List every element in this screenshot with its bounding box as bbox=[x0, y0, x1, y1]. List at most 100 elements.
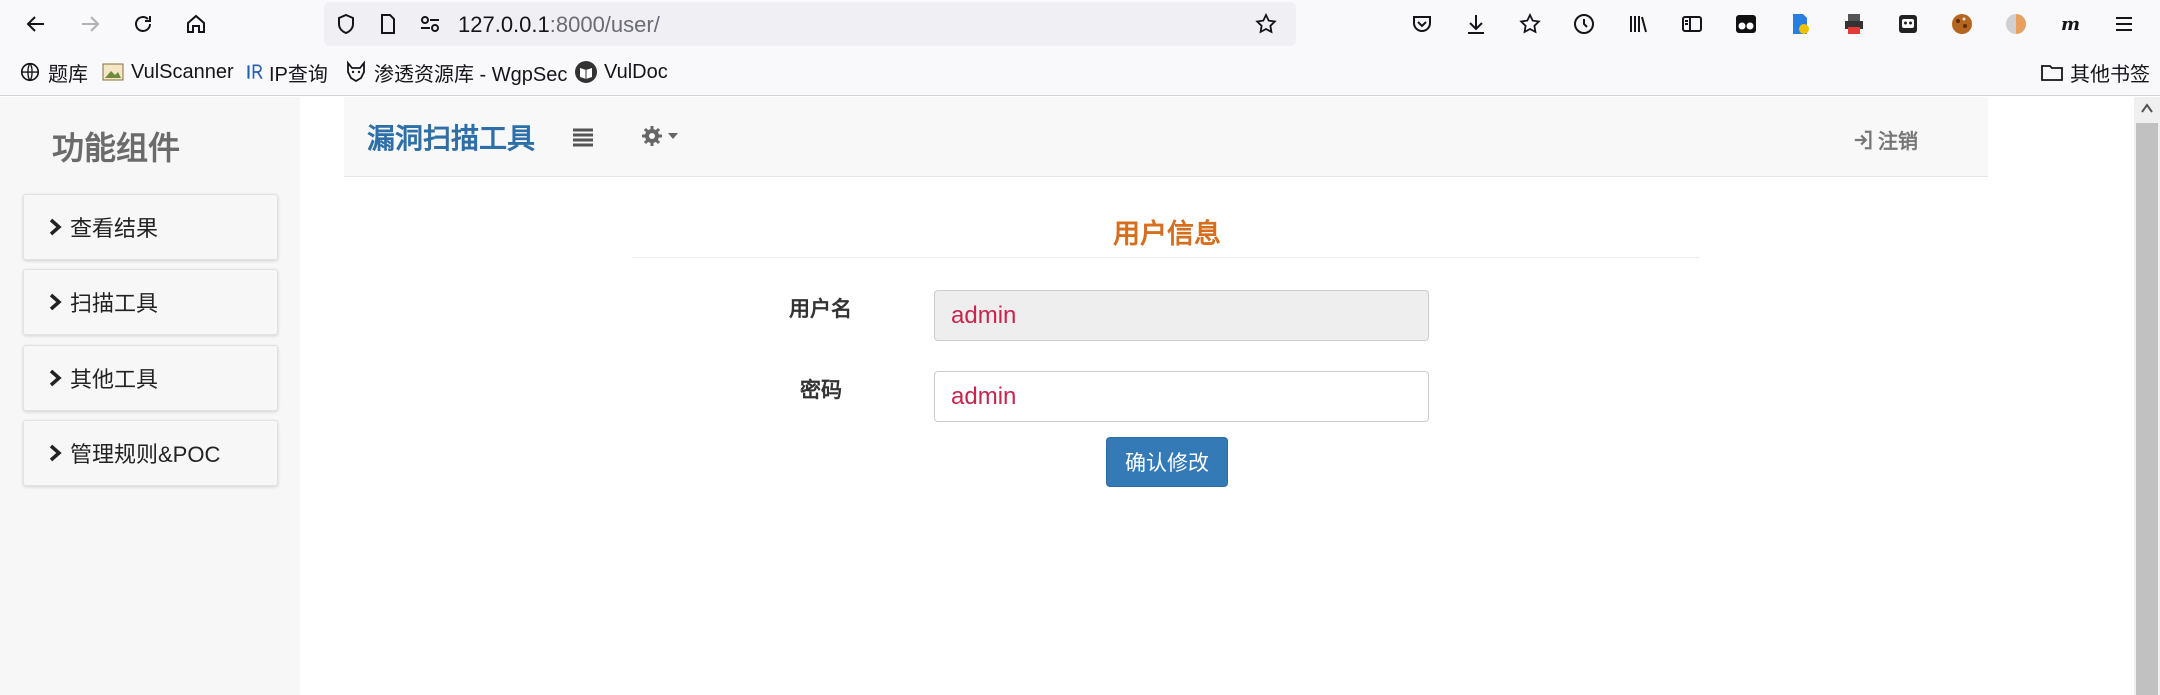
bookmark-label: 渗透资源库 - WgpSec bbox=[374, 63, 568, 86]
scroll-up-arrow-icon[interactable] bbox=[2141, 103, 2153, 113]
confirm-change-button[interactable]: 确认修改 bbox=[1106, 437, 1228, 487]
scrollbar[interactable] bbox=[2134, 97, 2160, 695]
download-icon bbox=[1468, 15, 1484, 34]
mask-extension-icon bbox=[1736, 15, 1756, 33]
downloads-button[interactable] bbox=[1458, 6, 1494, 42]
sidebar-item-label: 管理规则&POC bbox=[70, 442, 221, 467]
page-content: 功能组件 查看结果 扫描工具 其他工具 管理规则&POC 漏洞扫描工具 注销 用… bbox=[0, 97, 2160, 695]
bookmark-item[interactable]: VulDoc bbox=[574, 58, 668, 86]
home-icon bbox=[187, 14, 205, 33]
page-icon[interactable] bbox=[376, 12, 400, 36]
sign-in-icon bbox=[1854, 130, 1872, 149]
bookmarks-menu-button[interactable] bbox=[1512, 6, 1548, 42]
bookmark-label: 题库 bbox=[48, 63, 88, 86]
url-path: :8000/user/ bbox=[549, 12, 660, 37]
library-icon bbox=[1630, 16, 1647, 33]
connection-settings-icon[interactable] bbox=[418, 12, 442, 36]
username-value: admin bbox=[951, 301, 1017, 329]
print-pdf-icon bbox=[1845, 14, 1863, 34]
hamburger-icon bbox=[2116, 17, 2132, 31]
password-value: admin bbox=[951, 382, 1017, 410]
bookmark-item[interactable]: 渗透资源库 - WgpSec bbox=[344, 58, 567, 86]
browser-toolbar: 127.0.0.1:8000/user/ m bbox=[0, 0, 2160, 48]
password-label: 密码 bbox=[800, 379, 842, 402]
extension-button-1[interactable] bbox=[1728, 6, 1764, 42]
pocket-icon bbox=[1413, 16, 1431, 32]
wolf-icon bbox=[344, 60, 368, 84]
sidebar-item-other-tools[interactable]: 其他工具 bbox=[23, 345, 278, 411]
sidebar-title: 功能组件 bbox=[52, 130, 181, 166]
logout-label: 注销 bbox=[1878, 131, 1918, 153]
bookmark-item[interactable]: VulScanner bbox=[101, 58, 234, 86]
forward-arrow-icon bbox=[82, 16, 100, 32]
book-icon bbox=[574, 60, 598, 84]
username-field[interactable]: admin bbox=[934, 290, 1429, 341]
bookmark-star-icon[interactable] bbox=[1254, 12, 1278, 36]
brand-title[interactable]: 漏洞扫描工具 bbox=[367, 117, 535, 157]
robot-extension-icon bbox=[1899, 15, 1917, 33]
file-extension-icon bbox=[1793, 14, 1809, 34]
svg-text:m: m bbox=[2061, 14, 2080, 35]
scroll-thumb[interactable] bbox=[2136, 123, 2158, 695]
history-button[interactable] bbox=[1566, 6, 1602, 42]
chevron-right-icon bbox=[49, 218, 62, 236]
library-button[interactable] bbox=[1620, 6, 1656, 42]
bookmark-label: VulScanner bbox=[131, 60, 234, 83]
chevron-right-icon bbox=[49, 369, 62, 387]
half-circle-extension-icon bbox=[2006, 14, 2026, 34]
forward-button[interactable] bbox=[72, 6, 108, 42]
image-icon bbox=[101, 60, 125, 84]
bookmark-label: IP查询 bbox=[269, 63, 328, 86]
chevron-right-icon bbox=[49, 444, 62, 462]
chevron-right-icon bbox=[49, 293, 62, 311]
back-button[interactable] bbox=[18, 6, 54, 42]
gear-icon bbox=[642, 126, 662, 146]
extension-button-4[interactable] bbox=[1890, 6, 1926, 42]
reader-sidebar-button[interactable] bbox=[1674, 6, 1710, 42]
caret-down-icon bbox=[668, 133, 678, 139]
bookmark-item[interactable]: IP查询 bbox=[246, 58, 328, 86]
url-host: 127.0.0.1 bbox=[458, 12, 550, 37]
password-field[interactable]: admin bbox=[934, 371, 1429, 422]
extension-button-2[interactable] bbox=[1782, 6, 1818, 42]
back-arrow-icon bbox=[26, 16, 44, 32]
other-bookmarks-folder[interactable]: 其他书签 bbox=[2040, 58, 2150, 86]
star-list-icon bbox=[1519, 12, 1541, 34]
top-navbar: 漏洞扫描工具 注销 bbox=[344, 97, 1988, 177]
divider bbox=[632, 257, 1700, 258]
reload-button[interactable] bbox=[125, 6, 161, 42]
url-text[interactable]: 127.0.0.1:8000/user/ bbox=[458, 12, 660, 38]
bookmark-label: VulDoc bbox=[604, 60, 668, 83]
reload-icon bbox=[135, 16, 151, 32]
sidebar-item-label: 扫描工具 bbox=[70, 291, 159, 316]
logout-link[interactable]: 注销 bbox=[1852, 125, 1918, 154]
clock-icon bbox=[1574, 14, 1594, 34]
home-button[interactable] bbox=[178, 6, 214, 42]
sidebar-icon bbox=[1682, 16, 1702, 32]
sidebar: 功能组件 查看结果 扫描工具 其他工具 管理规则&POC bbox=[0, 97, 300, 695]
menu-button[interactable] bbox=[2106, 6, 2142, 42]
username-label: 用户名 bbox=[789, 298, 852, 321]
bookmarks-bar: 题库 VulScanner IP查询 渗透资源库 - WgpSec VulDoc… bbox=[0, 48, 2160, 96]
sidebar-item-scan-tools[interactable]: 扫描工具 bbox=[23, 269, 278, 335]
globe-icon bbox=[18, 60, 42, 84]
list-icon[interactable] bbox=[572, 127, 594, 147]
extension-button-6[interactable] bbox=[1998, 6, 2034, 42]
sidebar-item-manage-rules-poc[interactable]: 管理规则&POC bbox=[23, 420, 278, 486]
shield-icon[interactable] bbox=[334, 12, 358, 36]
url-bar[interactable]: 127.0.0.1:8000/user/ bbox=[324, 2, 1296, 46]
other-bookmarks-label: 其他书签 bbox=[2070, 63, 2150, 86]
extension-button-7[interactable]: m bbox=[2052, 6, 2088, 42]
extension-button-3[interactable] bbox=[1836, 6, 1872, 42]
bookmark-item[interactable]: 题库 bbox=[18, 58, 88, 86]
m-letter-icon: m bbox=[2061, 14, 2080, 35]
settings-dropdown[interactable] bbox=[640, 123, 684, 149]
pocket-button[interactable] bbox=[1404, 6, 1440, 42]
sidebar-item-view-results[interactable]: 查看结果 bbox=[23, 194, 278, 260]
section-title: 用户信息 bbox=[1113, 219, 1221, 249]
sidebar-item-label: 其他工具 bbox=[70, 367, 159, 392]
ip-icon bbox=[246, 60, 266, 84]
cookie-extension-icon bbox=[1952, 14, 1972, 34]
sidebar-item-label: 查看结果 bbox=[70, 216, 159, 241]
extension-button-5[interactable] bbox=[1944, 6, 1980, 42]
